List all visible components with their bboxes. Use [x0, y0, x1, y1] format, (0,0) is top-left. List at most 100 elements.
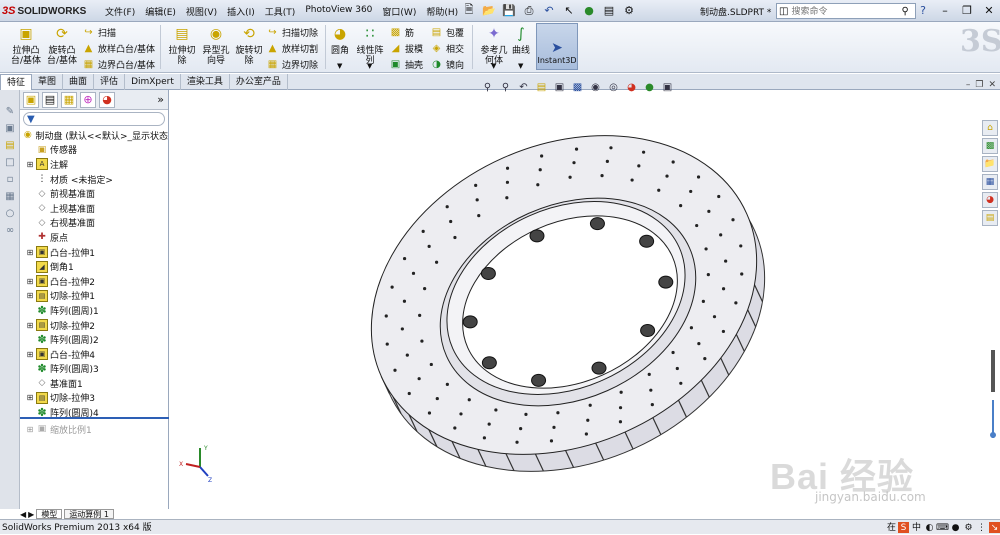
display-style-icon[interactable]: ◉ — [588, 80, 603, 95]
property-manager-tab-icon[interactable]: ▤ — [42, 91, 58, 108]
curves-dropdown-icon[interactable]: ▼ — [518, 62, 523, 70]
curves-button[interactable]: ∫ 曲线 — [501, 24, 541, 56]
tree-item[interactable]: ◇ 前视基准面 — [20, 186, 168, 201]
tree-item[interactable]: ✚ 原点 — [20, 230, 168, 245]
tab-scroll-right-icon[interactable]: ▶ — [28, 510, 34, 519]
punctuation-icon[interactable]: ◐ — [924, 522, 935, 533]
solidworks-resources-icon[interactable]: ⌂ — [982, 120, 998, 136]
menu-edit[interactable]: 编辑(E) — [140, 3, 181, 20]
fillet-dropdown-icon[interactable]: ▼ — [337, 62, 342, 70]
rebuild-icon[interactable]: ● — [580, 2, 598, 19]
revolve-cut-button[interactable]: ⟲ 旋转切 除 — [229, 24, 269, 66]
tab-office-products[interactable]: 办公室产品 — [230, 74, 288, 90]
print-icon[interactable]: ⎙ — [520, 2, 538, 19]
view-orientation-icon[interactable]: ▩ — [570, 80, 585, 95]
tree-item[interactable]: ▣ 传感器 — [20, 143, 168, 158]
expand-icon[interactable]: ⊞ — [26, 321, 34, 330]
intersect-button[interactable]: ◈ 相交 — [430, 41, 464, 56]
search-input[interactable] — [791, 6, 902, 16]
menu-insert[interactable]: 插入(I) — [222, 3, 260, 20]
restore-icon[interactable]: ❐ — [958, 2, 976, 18]
rollback-bar[interactable] — [20, 417, 169, 419]
section-view-icon[interactable]: ▤ — [534, 80, 549, 95]
file-properties-icon[interactable]: ▤ — [600, 2, 618, 19]
menu-photoview[interactable]: PhotoView 360 — [300, 3, 377, 20]
chinese-mode-icon[interactable]: 中 — [911, 522, 922, 533]
tab-evaluate[interactable]: 评估 — [94, 74, 126, 90]
configuration-manager-tab-icon[interactable]: ▦ — [61, 91, 77, 108]
boundary-boss-button[interactable]: ▦ 边界凸台/基体 — [82, 57, 155, 72]
undo-icon[interactable]: ↶ — [540, 2, 558, 19]
keyboard-icon[interactable]: ⌨ — [936, 522, 949, 533]
viewport-minimize-icon[interactable]: – — [966, 80, 971, 90]
mirror-button[interactable]: ◑ 镜向 — [430, 57, 464, 72]
suppressed-scale-feature[interactable]: ⊞ ▣ 缩放比例1 — [20, 422, 92, 437]
tab-model[interactable]: 模型 — [36, 509, 63, 519]
boundary-cut-button[interactable]: ▦ 边界切除 — [266, 57, 318, 72]
dimension-icon[interactable]: ▣ — [3, 121, 17, 135]
tree-item[interactable]: ⊞ ▤ 切除-拉伸1 — [20, 289, 168, 304]
tree-item[interactable]: ✽ 阵列(圆周)1 — [20, 303, 168, 318]
solidworks-logo[interactable]: 3S SOLIDWORKS — [2, 3, 86, 19]
tree-item[interactable]: ⋮ 材质 <未指定> — [20, 172, 168, 187]
expand-icon[interactable]: ⊞ — [26, 248, 34, 257]
tree-item[interactable]: ⊞ ▣ 凸台-拉伸1 — [20, 245, 168, 260]
tree-item[interactable]: ⊞ ▣ 凸台-拉伸4 — [20, 347, 168, 362]
lofted-cut-button[interactable]: ▲ 放样切割 — [266, 41, 318, 56]
zoom-to-fit-icon[interactable]: ⚲ — [480, 80, 495, 95]
view-icon[interactable]: □ — [3, 155, 17, 169]
dynamic-annotation-icon[interactable]: ▣ — [552, 80, 567, 95]
sogou-ime-icon[interactable]: S — [898, 522, 909, 533]
linear-pattern-button[interactable]: ∷ 线性阵 列 — [350, 24, 390, 66]
custom-properties-icon[interactable]: ▤ — [982, 210, 998, 226]
tree-item[interactable]: ⊞ ▣ 凸台-拉伸2 — [20, 274, 168, 289]
save-icon[interactable]: 💾 — [500, 2, 518, 19]
skin-icon[interactable]: ● — [950, 522, 961, 533]
design-library-icon[interactable]: ▩ — [982, 138, 998, 154]
menu-help[interactable]: 帮助(H) — [421, 3, 463, 20]
minimize-icon[interactable]: – — [936, 2, 954, 18]
select-icon[interactable]: ↖ — [560, 2, 578, 19]
search-box[interactable]: ◫ ⚲ — [776, 3, 916, 19]
zoom-slider[interactable] — [990, 350, 996, 440]
view-settings-icon[interactable]: ▣ — [660, 80, 675, 95]
new-icon[interactable]: 🗎 — [460, 2, 478, 19]
tab-surfaces[interactable]: 曲面 — [63, 74, 95, 90]
rib-button[interactable]: ▩ 筋 — [389, 25, 414, 40]
menu-view[interactable]: 视图(V) — [181, 3, 222, 20]
expand-icon[interactable]: ⊞ — [26, 277, 34, 286]
tree-item[interactable]: ⊞ ▤ 切除-拉伸3 — [20, 391, 168, 406]
swept-cut-button[interactable]: ↪ 扫描切除 — [266, 25, 318, 40]
pattern-dropdown-icon[interactable]: ▼ — [367, 62, 372, 70]
scene-icon[interactable]: ● — [642, 80, 657, 95]
tab-motion-study[interactable]: 运动算例 1 — [64, 509, 114, 519]
sketch-icon[interactable]: ✎ — [3, 104, 17, 118]
wrap-button[interactable]: ▤ 包覆 — [430, 25, 464, 40]
open-icon[interactable]: 📂 — [480, 2, 498, 19]
tree-item[interactable]: ◇ 上视基准面 — [20, 201, 168, 216]
search-icon[interactable]: ⚲ — [901, 6, 908, 17]
menu-tools[interactable]: 工具(T) — [260, 3, 301, 20]
appearances-icon[interactable]: ◕ — [982, 192, 998, 208]
display-icon[interactable]: ▫ — [3, 172, 17, 186]
edit-appearance-icon[interactable]: ◕ — [624, 80, 639, 95]
tab-features[interactable]: 特征 — [0, 74, 33, 90]
relation-icon[interactable]: ▤ — [3, 138, 17, 152]
tree-filter[interactable]: ▼ — [23, 112, 165, 126]
sweep-button[interactable]: ↪ 扫描 — [82, 25, 116, 40]
view-palette-icon[interactable]: ▦ — [982, 174, 998, 190]
tree-item[interactable]: ✽ 阵列(圆周)3 — [20, 362, 168, 377]
menu-window[interactable]: 窗口(W) — [377, 3, 421, 20]
tree-item[interactable]: ◇ 基准面1 — [20, 376, 168, 391]
tab-scroll-left-icon[interactable]: ◀ — [20, 510, 26, 519]
menu-file[interactable]: 文件(F) — [100, 3, 140, 20]
ime-help-icon[interactable]: ⋮ — [976, 522, 987, 533]
ref-geometry-dropdown-icon[interactable]: ▼ — [491, 62, 496, 70]
help-icon[interactable]: ? — [914, 2, 932, 18]
expand-icon[interactable]: ⊞ — [26, 425, 34, 434]
tab-sketch[interactable]: 草图 — [32, 74, 64, 90]
viewport-restore-icon[interactable]: ❐ — [975, 80, 983, 90]
tree-item[interactable]: ⊞ ▤ 切除-拉伸2 — [20, 318, 168, 333]
expand-icon[interactable]: ⊞ — [26, 291, 34, 300]
tree-item[interactable]: ◇ 右视基准面 — [20, 216, 168, 231]
